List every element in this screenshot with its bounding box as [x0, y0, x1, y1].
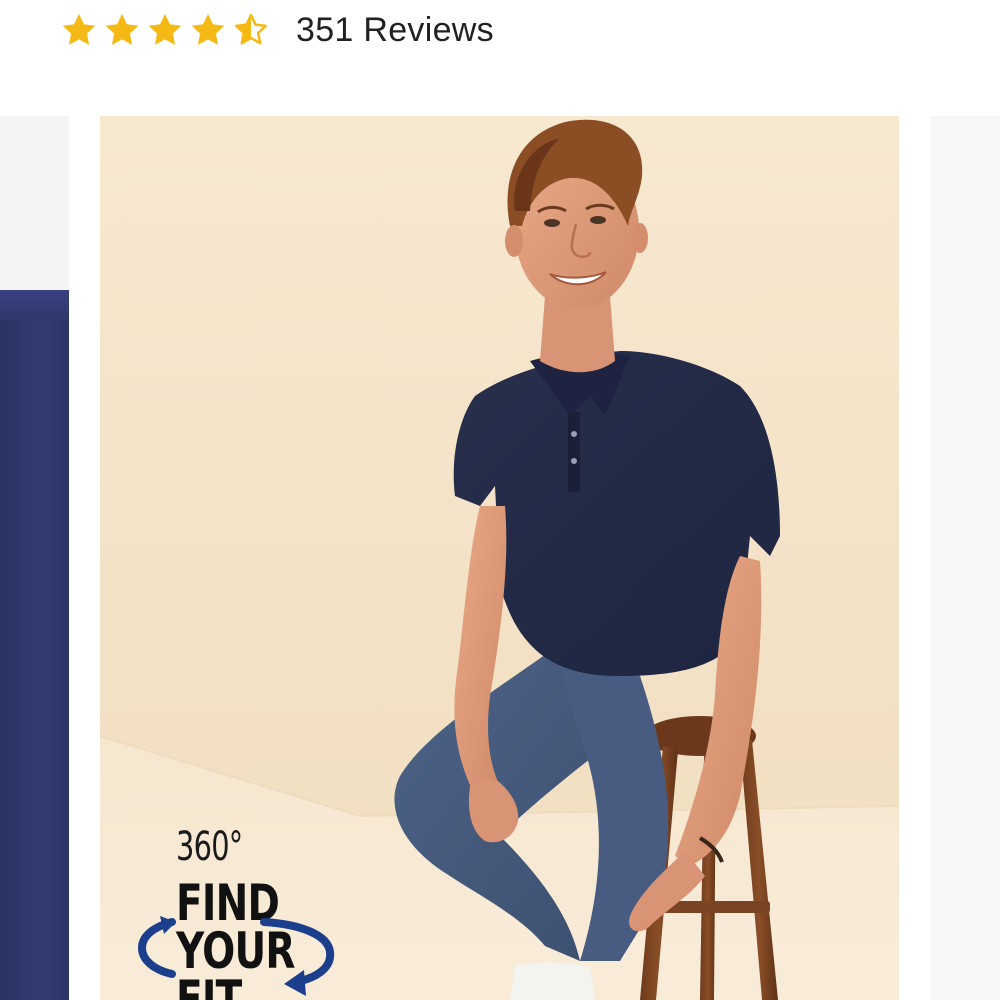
star-rating [60, 11, 270, 49]
star-full-icon [103, 11, 141, 49]
badge-360-label: 360° [176, 824, 243, 870]
star-full-icon [146, 11, 184, 49]
product-image-carousel[interactable]: 360° FIND YOUR FIT [0, 116, 1000, 1000]
star-half-icon [232, 11, 270, 49]
star-full-icon [60, 11, 98, 49]
product-page: 351 Reviews 360° FIND YOUR FIT [0, 0, 1000, 1000]
rating-summary[interactable]: 351 Reviews [60, 6, 494, 54]
rotate-right-arrow-icon [260, 918, 335, 996]
carousel-slide-current[interactable]: 360° FIND YOUR FIT [100, 116, 899, 1000]
carousel-slide-previous[interactable] [0, 116, 69, 1000]
badge-line-fit: FIT [176, 970, 242, 1000]
star-full-icon [189, 11, 227, 49]
review-count-link[interactable]: 351 Reviews [296, 11, 494, 50]
carousel-slide-next[interactable] [930, 116, 1000, 1000]
previous-slide-shirt-image [0, 290, 69, 1000]
rotate-left-arrow-icon [137, 916, 176, 978]
find-your-fit-360-badge[interactable]: 360° FIND YOUR FIT [136, 824, 346, 1000]
